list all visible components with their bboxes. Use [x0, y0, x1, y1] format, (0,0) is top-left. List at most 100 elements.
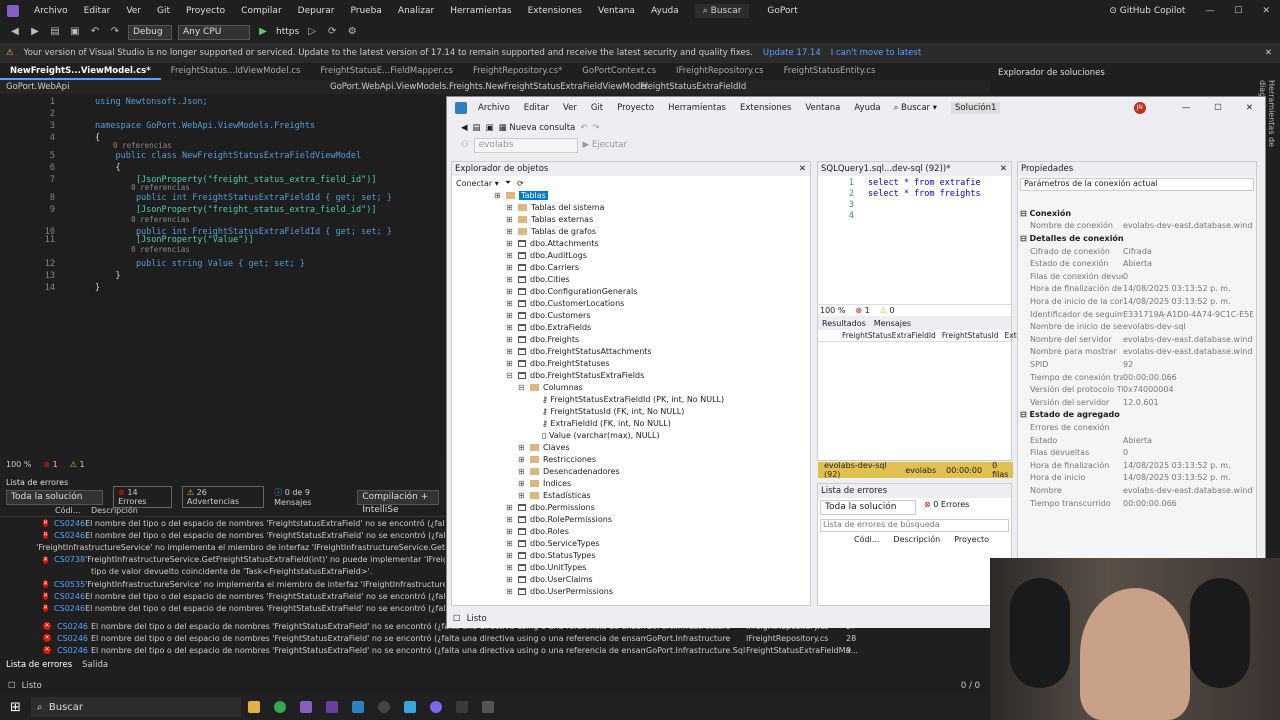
- error-code[interactable]: CS0535: [54, 580, 85, 589]
- col-code-header[interactable]: Códi...: [55, 506, 85, 515]
- property-row[interactable]: Nombre de inicio de sesiónevolabs-dev-sq…: [1018, 320, 1258, 333]
- expander-icon[interactable]: ⊞: [506, 586, 514, 598]
- run-icon[interactable]: ▶: [256, 26, 270, 38]
- run-target[interactable]: https: [276, 27, 299, 37]
- expander-icon[interactable]: ⊞: [506, 286, 514, 298]
- error-row[interactable]: ✕ CS0535 'FreightInfrastructureService' no…: [0, 578, 445, 590]
- error-row[interactable]: ✕ CS0246 El nombre del tipo o del espacio …: [0, 632, 990, 644]
- expander-icon[interactable]: ⊞: [506, 238, 514, 250]
- zoom-level[interactable]: 100 %: [6, 460, 31, 469]
- visual-studio-icon[interactable]: [299, 701, 312, 713]
- ssms-icon[interactable]: [351, 701, 364, 713]
- tab-output[interactable]: Salida: [82, 660, 108, 672]
- tree-node[interactable]: ⊞ Restricciones: [518, 454, 596, 466]
- cursor-app-icon[interactable]: [481, 701, 494, 713]
- update-link[interactable]: Update 17.14: [763, 48, 821, 58]
- tree-node[interactable]: ⊞ Claves: [518, 442, 570, 454]
- ssms-maximize-icon[interactable]: ☐: [1214, 103, 1222, 113]
- expander-icon[interactable]: ⊞: [506, 322, 514, 334]
- build-filter-select[interactable]: Compilación + IntelliSe: [357, 489, 439, 515]
- ssms-err-col-code[interactable]: Códi...: [854, 535, 879, 544]
- menu-item[interactable]: Ayuda: [643, 6, 687, 16]
- menu-item[interactable]: Archivo: [26, 6, 76, 16]
- expander-icon[interactable]: ⊞: [506, 358, 514, 370]
- nav-member[interactable]: FreightStatusExtraFieldId: [640, 82, 746, 92]
- error-row[interactable]: 'FreightInfrastructureService' no implem…: [0, 541, 445, 553]
- error-row[interactable]: ✕ CS0246 El nombre del tipo o del espacio …: [0, 590, 445, 602]
- expander-icon[interactable]: ⊞: [494, 190, 502, 202]
- property-row[interactable]: Tiempo de conexión transcur00:00:00.066: [1018, 371, 1258, 384]
- tab-error-list[interactable]: Lista de errores: [6, 660, 72, 672]
- expander-icon[interactable]: ⊞: [518, 466, 526, 478]
- tree-node[interactable]: ⊟ dbo.FreightStatusExtraFields: [506, 370, 644, 382]
- code-editor[interactable]: 1 using Newtonsoft.Json; 2 3 namespace GoPor…: [0, 94, 445, 456]
- property-row[interactable]: Nombre de conexión evolabs-dev-east.datab…: [1018, 220, 1258, 233]
- menu-item[interactable]: Extensiones: [520, 6, 590, 16]
- tree-node[interactable]: ⊞ Tablas: [494, 190, 548, 202]
- ssms-menu-item[interactable]: Archivo: [471, 103, 517, 113]
- ssms-error-search[interactable]: Lista de errores de búsqueda: [820, 519, 1009, 532]
- reference-count[interactable]: 0 referencias: [95, 183, 190, 192]
- oe-close-icon[interactable]: ✕: [799, 164, 806, 174]
- error-row[interactable]: ✕ CS0246 El nombre del tipo o del espacio …: [0, 602, 445, 614]
- tree-node[interactable]: ⊞ dbo.ConfigurationGenerals: [506, 286, 637, 298]
- error-code[interactable]: CS0246: [54, 604, 85, 613]
- ssms-save-icon[interactable]: ▣: [486, 123, 494, 133]
- close-icon[interactable]: ✕: [1262, 6, 1270, 16]
- forward-icon[interactable]: ▶: [28, 26, 42, 38]
- property-row[interactable]: Hora de inicio 14/08/2025 03:13:52 p. m.: [1018, 472, 1258, 485]
- ssms-error-scope[interactable]: Toda la solución: [820, 500, 916, 515]
- expander-icon[interactable]: ⊞: [506, 298, 514, 310]
- tree-node[interactable]: ⊞ dbo.Carriers: [506, 262, 579, 274]
- nav-project[interactable]: GoPort.WebApi: [0, 82, 330, 92]
- menu-item[interactable]: Editar: [76, 6, 119, 16]
- tree-node[interactable]: ⊞ dbo.StatusTypes: [506, 550, 596, 562]
- expander-icon[interactable]: ⊞: [506, 574, 514, 586]
- app-icon[interactable]: [403, 701, 416, 713]
- query-close-icon[interactable]: ✕: [1000, 164, 1007, 174]
- res-col-2[interactable]: FreightStatusId: [942, 331, 999, 340]
- tree-node[interactable]: ⊞ dbo.ServiceTypes: [506, 538, 600, 550]
- ssms-errors-filter[interactable]: ⊗ 0 Errores: [924, 500, 969, 515]
- property-row[interactable]: Filas devueltas 0: [1018, 446, 1258, 459]
- editor-tab[interactable]: FreightRepository.cs*: [463, 64, 572, 80]
- expander-icon[interactable]: ⊞: [506, 562, 514, 574]
- error-row[interactable]: ✕ CS0246 El nombre del tipo o del espacio …: [0, 529, 445, 541]
- tree-node[interactable]: ⊞ dbo.Freights: [506, 334, 579, 346]
- minimize-icon[interactable]: —: [1205, 6, 1214, 16]
- redo-icon[interactable]: ↷: [108, 26, 122, 38]
- tree-node[interactable]: ⊞ Desencadenadores: [518, 466, 620, 478]
- solution-explorer-title[interactable]: Explorador de soluciones: [990, 64, 1280, 82]
- tree-node[interactable]: ⊞ Tablas de grafos: [506, 226, 596, 238]
- expander-icon[interactable]: ⊞: [518, 478, 526, 490]
- property-row[interactable]: Hora de inicio de la conexión14/08/2025 …: [1018, 295, 1258, 308]
- expander-icon[interactable]: ⊞: [518, 454, 526, 466]
- reference-count[interactable]: 0 referencias: [95, 245, 190, 254]
- expander-icon[interactable]: ⊟: [506, 370, 514, 382]
- expander-icon[interactable]: ⊞: [518, 490, 526, 502]
- expander-icon[interactable]: ⊞: [506, 274, 514, 286]
- vs-search-box[interactable]: ⌕ Buscar: [694, 4, 750, 18]
- github-icon[interactable]: [377, 701, 390, 713]
- expander-icon[interactable]: ⊞: [506, 310, 514, 322]
- menu-item[interactable]: Compilar: [233, 6, 290, 16]
- tree-node[interactable]: ⊞ dbo.AuditLogs: [506, 250, 587, 262]
- menu-item[interactable]: Ventana: [590, 6, 643, 16]
- ssms-menu-item[interactable]: Git: [584, 103, 610, 113]
- filter-icon[interactable]: ⏷: [505, 178, 511, 188]
- property-row[interactable]: Nombre del servidor evolabs-dev-east.data…: [1018, 333, 1258, 346]
- property-row[interactable]: Estado Abierta: [1018, 434, 1258, 447]
- reference-count[interactable]: 0 referencias: [95, 141, 172, 150]
- property-row[interactable]: Versión del servidor 12.0.601: [1018, 396, 1258, 409]
- back-icon[interactable]: ◀: [8, 26, 22, 38]
- menu-item[interactable]: Ver: [118, 6, 149, 16]
- copilot-button[interactable]: ⊙ GitHub Copilot: [1109, 6, 1185, 16]
- col-desc-header[interactable]: Descripción: [91, 506, 138, 515]
- ssms-menu-item[interactable]: Editar: [517, 103, 556, 113]
- tree-node[interactable]: ⚷ ExtraFieldId (FK, int, No NULL): [530, 418, 671, 430]
- error-indicator[interactable]: ⊗ 1: [43, 460, 57, 469]
- error-row[interactable]: ✕ CS0246 El nombre del tipo o del espacio …: [0, 517, 445, 529]
- menu-item[interactable]: Proyecto: [178, 6, 233, 16]
- xbox-icon[interactable]: [455, 701, 468, 713]
- property-row[interactable]: Errores de conexión: [1018, 421, 1258, 434]
